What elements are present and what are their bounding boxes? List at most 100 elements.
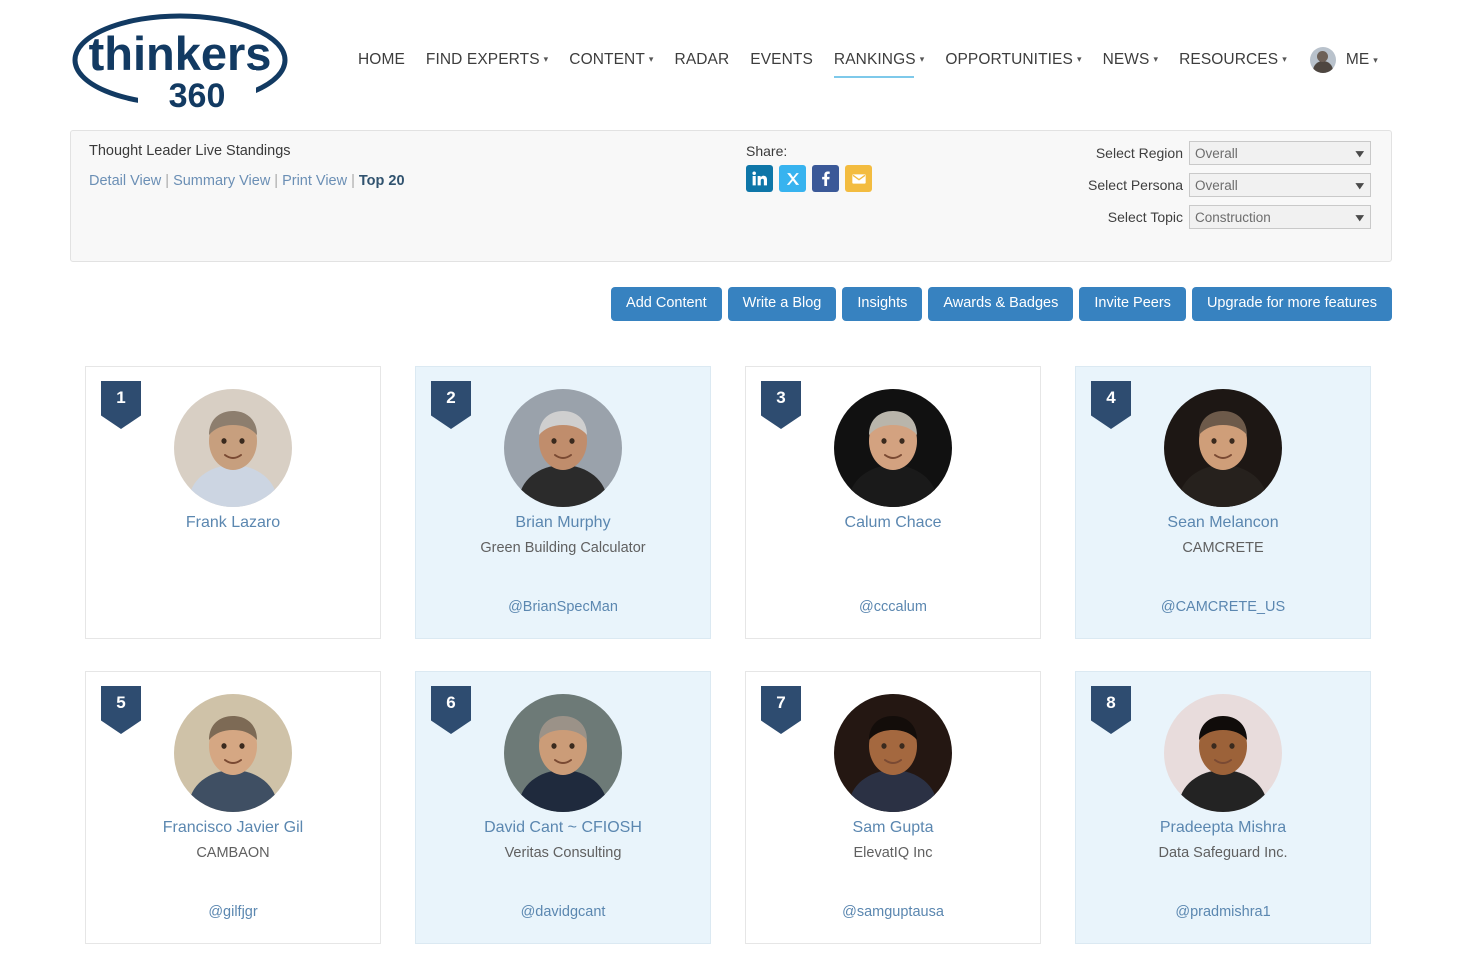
write-a-blog-button[interactable]: Write a Blog (727, 287, 837, 321)
chevron-down-icon: ▾ (1373, 54, 1378, 65)
nav-label: CONTENT (569, 51, 645, 68)
select-region-dropdown[interactable]: Overall ▾ (1189, 141, 1371, 165)
expert-name[interactable]: Frank Lazaro (96, 514, 370, 532)
expert-name[interactable]: Sam Gupta (756, 819, 1030, 837)
expert-handle[interactable]: @cccalum (756, 599, 1030, 615)
chevron-down-icon: ▾ (543, 54, 549, 64)
avatar[interactable] (174, 694, 292, 812)
select-region-value: Overall (1195, 145, 1238, 161)
thinkers360-logo[interactable]: thinkers 360 (68, 8, 298, 113)
share-label: Share: (746, 143, 788, 159)
rank-badge: 4 (1091, 381, 1131, 429)
nav-label: NEWS (1102, 51, 1150, 68)
select-topic-label: Select Topic (1107, 209, 1183, 225)
x-twitter-icon[interactable] (779, 165, 806, 192)
avatar[interactable] (834, 389, 952, 507)
ranking-card[interactable]: 7 Sam Gupta ElevatIQ Inc @samguptausa (745, 671, 1041, 944)
facebook-icon[interactable] (812, 165, 839, 192)
avatar[interactable] (504, 694, 622, 812)
expert-name[interactable]: Sean Melancon (1086, 514, 1360, 532)
chevron-down-icon: ▾ (648, 54, 654, 64)
ranking-card[interactable]: 4 Sean Melancon CAMCRETE @CAMCRETE_US (1075, 366, 1371, 639)
select-row-persona: Select Persona Overall ▾ (1088, 173, 1371, 197)
expert-handle[interactable]: @samguptausa (756, 904, 1030, 920)
ranking-card[interactable]: 3 Calum Chace @cccalum (745, 366, 1041, 639)
link-summary-view[interactable]: Summary View (173, 173, 270, 189)
avatar[interactable] (504, 389, 622, 507)
ranking-card[interactable]: 2 Brian Murphy Green Building Calculator @B… (415, 366, 711, 639)
site-header: thinkers 360 HOME FIND EXPERTS ▾ CONTENT ▾… (0, 0, 1462, 118)
expert-handle[interactable]: @davidgcant (426, 904, 700, 920)
select-persona-value: Overall (1195, 177, 1238, 193)
linkedin-icon[interactable] (746, 165, 773, 192)
expert-name[interactable]: Calum Chace (756, 514, 1030, 532)
expert-handle[interactable]: @CAMCRETE_US (1086, 599, 1360, 615)
nav-label: OPPORTUNITIES (945, 51, 1073, 68)
link-detail-view[interactable]: Detail View (89, 173, 161, 189)
nav-label: ME (1345, 51, 1370, 68)
nav-item-events[interactable]: EVENTS (750, 48, 813, 78)
ranking-card[interactable]: 6 David Cant ~ CFIOSH Veritas Consulting @d… (415, 671, 711, 944)
expert-company: Green Building Calculator (480, 540, 646, 556)
expert-name[interactable]: David Cant ~ CFIOSH (426, 819, 700, 837)
avatar[interactable] (174, 389, 292, 507)
insights-button[interactable]: Insights (842, 287, 923, 321)
nav-item-opportunities[interactable]: OPPORTUNITIES ▾ (945, 48, 1081, 78)
select-persona-label: Select Persona (1088, 177, 1183, 193)
upgrade-button[interactable]: Upgrade for more features (1191, 287, 1392, 321)
expert-name[interactable]: Pradeepta Mishra (1086, 819, 1360, 837)
select-persona-dropdown[interactable]: Overall ▾ (1189, 173, 1371, 197)
ranking-card[interactable]: 5 Francisco Javier Gil CAMBAON @gilfjgr (85, 671, 381, 944)
rank-badge: 8 (1091, 686, 1131, 734)
add-content-button[interactable]: Add Content (611, 287, 722, 321)
rank-badge: 5 (101, 686, 141, 734)
link-print-view[interactable]: Print View (282, 173, 347, 189)
ranking-card[interactable]: 8 Pradeepta Mishra Data Safeguard Inc. @pra… (1075, 671, 1371, 944)
nav-item-find-experts[interactable]: FIND EXPERTS ▾ (426, 48, 548, 78)
rank-badge: 6 (431, 686, 471, 734)
email-icon[interactable] (845, 165, 872, 192)
expert-name[interactable]: Francisco Javier Gil (96, 819, 370, 837)
nav-item-me[interactable]: ME ▾ (1308, 44, 1378, 82)
link-top-20[interactable]: Top 20 (359, 173, 405, 189)
select-region-label: Select Region (1095, 145, 1183, 161)
nav-label: HOME (358, 51, 405, 68)
select-topic-dropdown[interactable]: Construction ▾ (1189, 205, 1371, 229)
chevron-down-icon: ▾ (1356, 147, 1365, 160)
ranking-card-grid: 1 Frank Lazaro 2 Brian Murphy Green Building… (85, 366, 1377, 944)
nav-item-resources[interactable]: RESOURCES ▾ (1179, 48, 1287, 78)
avatar[interactable] (1164, 389, 1282, 507)
chevron-down-icon: ▾ (1356, 179, 1365, 192)
nav-item-news[interactable]: NEWS ▾ (1103, 48, 1159, 78)
expert-handle[interactable]: @BrianSpecMan (426, 599, 700, 615)
chevron-down-icon: ▾ (1076, 54, 1082, 64)
invite-peers-button[interactable]: Invite Peers (1079, 287, 1186, 321)
ranking-card[interactable]: 1 Frank Lazaro (85, 366, 381, 639)
link-separator: | (351, 173, 355, 189)
select-topic-value: Construction (1195, 209, 1271, 225)
nav-label: RESOURCES (1179, 51, 1279, 68)
svg-text:360: 360 (169, 77, 226, 113)
select-row-region: Select Region Overall ▾ (1088, 141, 1371, 165)
view-links: Detail View | Summary View | Print View | Top … (89, 173, 405, 189)
page-title: Thought Leader Live Standings (89, 143, 291, 159)
chevron-down-icon: ▾ (1153, 54, 1159, 64)
expert-handle[interactable]: @pradmishra1 (1086, 904, 1360, 920)
rank-badge: 1 (101, 381, 141, 429)
nav-label: RADAR (674, 51, 730, 68)
action-button-bar: Add Content Write a Blog Insights Awards… (0, 287, 1462, 321)
nav-item-home[interactable]: HOME (358, 48, 405, 78)
avatar[interactable] (834, 694, 952, 812)
chevron-down-icon: ▾ (919, 54, 925, 64)
nav-item-rankings[interactable]: RANKINGS ▾ (833, 48, 925, 78)
expert-company: ElevatIQ Inc (853, 845, 933, 861)
expert-handle[interactable]: @gilfjgr (96, 904, 370, 920)
nav-item-content[interactable]: CONTENT ▾ (569, 48, 653, 78)
expert-company: CAMBAON (196, 845, 270, 861)
nav-label: FIND EXPERTS (425, 51, 540, 68)
avatar[interactable] (1164, 694, 1282, 812)
nav-item-radar[interactable]: RADAR (675, 48, 730, 78)
expert-name[interactable]: Brian Murphy (426, 514, 700, 532)
awards-and-badges-button[interactable]: Awards & Badges (928, 287, 1074, 321)
link-separator: | (165, 173, 170, 189)
